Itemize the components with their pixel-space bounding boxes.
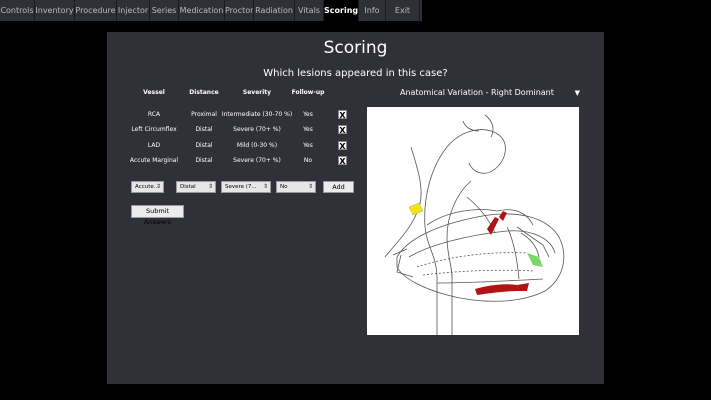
chevron-updown-icon: ⇕	[155, 183, 161, 190]
row-vessel: Accute Marginal	[129, 157, 179, 164]
tab-vitals[interactable]: Vitals	[295, 0, 324, 21]
heart-diagram	[367, 107, 579, 335]
tab-procedure[interactable]: Procedure	[75, 0, 117, 21]
row-distance: Distal	[195, 126, 213, 133]
followup-select[interactable]: No ⇕	[276, 181, 316, 193]
tab-controls[interactable]: Controls	[0, 0, 35, 21]
remove-lesion-button[interactable]: X	[338, 110, 347, 120]
severity-select[interactable]: Severe (7... ⇕	[221, 181, 271, 193]
tab-proctor[interactable]: Proctor	[225, 0, 254, 21]
tab-injector[interactable]: Injector	[117, 0, 150, 21]
followup-select-value: No	[280, 184, 288, 190]
tab-series[interactable]: Series	[150, 0, 179, 21]
remove-lesion-button[interactable]: X	[338, 141, 347, 151]
tab-scoring[interactable]: Scoring	[324, 0, 359, 21]
row-vessel: Left Circumflex	[131, 126, 177, 133]
heart-illustration	[384, 114, 565, 335]
tab-radiation[interactable]: Radiation	[254, 0, 295, 21]
tab-medication[interactable]: Medication	[179, 0, 225, 21]
row-followup: Yes	[303, 142, 313, 149]
tab-exit[interactable]: Exit	[386, 0, 420, 21]
row-severity: Intermediate (30-70 %)	[221, 111, 293, 118]
green-lesion-marker	[527, 253, 543, 267]
distance-select[interactable]: Distal ⇕	[176, 181, 216, 193]
caret-down-icon: ▼	[574, 89, 580, 97]
chevron-updown-icon: ⇕	[307, 183, 313, 190]
marginal-lesion-marker	[475, 284, 519, 295]
row-distance: Distal	[195, 142, 213, 149]
severity-select-value: Severe (7...	[225, 184, 257, 190]
tab-bar: Controls Inventory Procedure Injector Series…	[0, 0, 422, 21]
row-distance: Distal	[195, 157, 213, 164]
submit-answers-button[interactable]: Submit Answers	[131, 205, 184, 226]
row-distance: Proximal	[191, 111, 217, 118]
row-vessel: RCA	[147, 111, 161, 118]
add-button[interactable]: Add	[323, 181, 354, 193]
row-severity: Severe (70+ %)	[233, 126, 281, 133]
row-followup: Yes	[303, 111, 313, 118]
header-followup: Follow-up	[291, 89, 325, 96]
page-title: Scoring	[323, 38, 388, 58]
row-severity: Mild (0-30 %)	[236, 142, 278, 149]
row-followup: Yes	[303, 126, 313, 133]
chevron-updown-icon: ⇕	[207, 183, 213, 190]
header-distance: Distance	[189, 89, 219, 96]
scoring-panel: Scoring Which lesions appeared in this c…	[107, 32, 604, 384]
header-severity: Severity	[242, 89, 272, 96]
tab-inventory[interactable]: Inventory	[35, 0, 75, 21]
remove-lesion-button[interactable]: X	[338, 156, 347, 166]
lad-lesion-marker	[499, 211, 507, 221]
remove-lesion-button[interactable]: X	[338, 125, 347, 135]
anatomical-variation-label: Anatomical Variation - Right Dominant	[400, 88, 554, 97]
row-severity: Severe (70+ %)	[233, 157, 281, 164]
anatomical-variation-dropdown[interactable]: Anatomical Variation - Right Dominant ▼	[370, 86, 580, 100]
row-followup: No	[303, 157, 313, 164]
header-vessel: Vessel	[143, 89, 165, 96]
question-text: Which lesions appeared in this case?	[263, 68, 448, 79]
rca-lesion-marker	[408, 202, 424, 216]
distance-select-value: Distal	[180, 184, 196, 190]
tab-info[interactable]: Info	[359, 0, 386, 21]
chevron-updown-icon: ⇕	[262, 183, 268, 190]
row-vessel: LAD	[147, 142, 161, 149]
vessel-select[interactable]: Accute... ⇕	[131, 181, 164, 193]
